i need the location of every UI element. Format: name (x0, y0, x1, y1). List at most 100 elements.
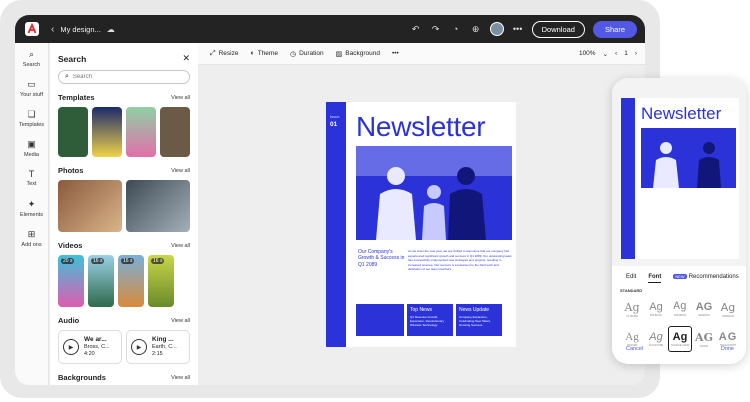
theme-icon: ◐ (250, 50, 255, 57)
issue-label: Issue (330, 114, 340, 119)
mobile-newsletter-page[interactable]: Newsletter (621, 98, 739, 259)
video-thumbnail[interactable]: 16 s (148, 255, 174, 307)
resize-icon: ⤢ (210, 49, 216, 57)
rail-item-your-stuff[interactable]: ▭ Your stuff (15, 73, 48, 103)
audio-title: We ar... (84, 335, 107, 343)
video-thumbnail[interactable]: 16 s (88, 255, 114, 307)
tab-font[interactable]: Font (648, 274, 662, 283)
theme-button[interactable]: ◐ Theme (250, 50, 277, 57)
font-glyph: Ag (624, 300, 640, 314)
close-icon[interactable]: ✕ (182, 53, 190, 64)
prev-page-icon[interactable]: ‹ (615, 50, 617, 57)
video-thumbnail[interactable]: 16 s (118, 255, 144, 307)
undo-icon[interactable]: ↶ (410, 24, 422, 35)
background-label: Background (345, 50, 380, 57)
audio-card[interactable]: ▶ We ar... Bross, C... 4:20 (58, 330, 122, 364)
rail-label: Text (26, 181, 37, 187)
view-all-videos-link[interactable]: View all (171, 243, 190, 249)
rail-item-text[interactable]: T Text (15, 163, 48, 193)
more-icon[interactable]: ••• (512, 24, 524, 34)
newsletter-page[interactable]: Issue 01 Newsletter Our Company's Growth… (326, 102, 516, 347)
font-option[interactable]: Ag RAINBOW (668, 296, 692, 322)
folder-icon: ▭ (27, 78, 36, 89)
article-headline[interactable]: Our Company's Growth & Success in Q1 208… (358, 249, 406, 268)
next-page-icon[interactable]: › (635, 50, 637, 57)
left-rail: ⌕ Search ▭ Your stuff ❏ Templates ▣ Medi… (15, 43, 49, 385)
photo-thumbnail[interactable] (58, 180, 122, 232)
back-chevron-icon[interactable]: ‹ (51, 24, 54, 35)
tab-recommendations[interactable]: NEW Recommendations (673, 274, 739, 283)
zoom-level[interactable]: 100% (579, 50, 596, 57)
rail-item-add-ons[interactable]: ⊞ Add ons (15, 223, 48, 253)
news-update-heading: News Update (459, 307, 490, 313)
font-glyph: Ag (625, 331, 639, 343)
adobe-express-logo[interactable] (25, 22, 39, 36)
rail-item-search[interactable]: ⌕ Search (15, 43, 48, 73)
font-name: VERDANA (721, 314, 735, 318)
photo-thumbnail[interactable] (126, 180, 190, 232)
rail-item-templates[interactable]: ❏ Templates (15, 103, 48, 133)
font-option[interactable]: Ag VERDANA (716, 296, 740, 322)
audio-duration: 2:15 (152, 351, 163, 358)
canvas-area: Issue 01 Newsletter Our Company's Growth… (198, 65, 645, 385)
template-thumbnail[interactable] (58, 107, 88, 157)
hero-photo[interactable] (356, 146, 512, 240)
font-option[interactable]: Ag BALBOAS (644, 296, 668, 322)
view-all-templates-link[interactable]: View all (171, 95, 190, 101)
play-icon[interactable]: ▶ (63, 339, 79, 355)
document-title[interactable]: My design... (60, 25, 100, 34)
chevron-down-icon[interactable]: ⌄ (603, 50, 608, 58)
font-option[interactable]: AG GEARING (692, 296, 716, 322)
audio-artist: Earth, C... (152, 344, 177, 351)
view-all-backgrounds-link[interactable]: View all (171, 375, 190, 381)
audio-card[interactable]: ▶ King ... Earth, C... 2:15 (126, 330, 190, 364)
view-all-photos-link[interactable]: View all (171, 168, 190, 174)
template-thumbnail[interactable] (160, 107, 190, 157)
issue-block: Issue 01 (330, 114, 340, 129)
more-tools-button[interactable]: ••• (392, 50, 399, 57)
font-category-label: STANDARD (620, 288, 643, 293)
top-news-box[interactable]: Top News Q1 Revenue Growth, Expansion, R… (407, 304, 453, 336)
background-button[interactable]: ▨ Background (336, 50, 380, 58)
resize-label: Resize (218, 50, 239, 57)
tab-recommendations-label: Recommendations (688, 274, 739, 280)
search-field[interactable]: ⌕ (58, 70, 190, 84)
template-thumbnail[interactable] (92, 107, 122, 157)
section-title-photos: Photos (58, 166, 84, 175)
avatar[interactable] (489, 22, 504, 36)
news-update-box[interactable]: News Update Company Expansion, Celebrati… (456, 304, 502, 336)
template-thumbnail[interactable] (126, 107, 156, 157)
article-body[interactable]: As we enter the new year, we are thrille… (408, 249, 512, 272)
rail-item-media[interactable]: ▣ Media (15, 133, 48, 163)
font-option[interactable]: Ag ST MARIE (620, 296, 644, 322)
video-duration: 16 s (151, 258, 165, 264)
video-thumbnail[interactable]: 20 s (58, 255, 84, 307)
search-panel: Search ✕ ⌕ Templates View all Photos Vie… (50, 43, 198, 385)
download-button[interactable]: Download (531, 20, 585, 38)
comment-icon[interactable]: ◔ (450, 24, 462, 34)
done-button[interactable]: Done (721, 346, 734, 352)
font-glyph: AG (718, 331, 738, 343)
media-icon: ▣ (27, 138, 36, 149)
templates-icon: ❏ (27, 108, 36, 119)
newsletter-title[interactable]: Newsletter (356, 111, 486, 143)
share-button[interactable]: Share (592, 20, 637, 38)
panel-title: Search (58, 53, 87, 64)
mobile-hero-photo (641, 128, 736, 188)
mobile-newsletter-title: Newsletter (641, 104, 722, 123)
video-duration: 20 s (61, 258, 75, 264)
play-icon[interactable]: ▶ (131, 339, 147, 355)
search-input[interactable] (72, 74, 173, 80)
section-title-templates: Templates (58, 93, 95, 102)
news-update-text: Company Expansion, Celebrating New Talen… (459, 315, 491, 328)
section-title-audio: Audio (58, 316, 80, 325)
view-all-audio-link[interactable]: View all (171, 318, 190, 324)
duration-button[interactable]: ◷ Duration (290, 50, 324, 58)
redo-icon[interactable]: ↷ (430, 24, 442, 35)
rail-item-elements[interactable]: ✦ Elements (15, 193, 48, 223)
invite-icon[interactable]: ⊕ (470, 24, 482, 35)
secondary-photo[interactable] (356, 304, 404, 336)
tab-edit[interactable]: Edit (626, 274, 636, 283)
resize-button[interactable]: ⤢ Resize (210, 50, 238, 58)
cancel-button[interactable]: Cancel (626, 346, 643, 352)
